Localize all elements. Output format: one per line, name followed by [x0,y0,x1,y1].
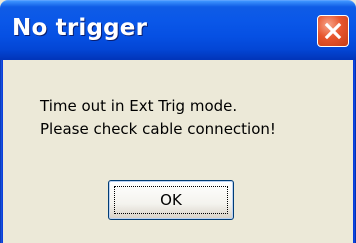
ok-button[interactable]: OK [108,180,234,220]
close-icon [324,22,342,40]
title-bar[interactable]: No trigger [0,0,356,60]
message-dialog: No trigger Time out in Ext Trig mode. Pl… [0,0,356,243]
close-button[interactable] [317,15,349,47]
message-line: Time out in Ext Trig mode. [40,97,238,115]
message-line: Please check cable connection! [40,120,276,138]
dialog-message: Time out in Ext Trig mode. Please check … [40,95,276,141]
dialog-title: No trigger [12,15,148,41]
window-frame-left [0,60,3,243]
ok-button-label: OK [160,191,182,209]
